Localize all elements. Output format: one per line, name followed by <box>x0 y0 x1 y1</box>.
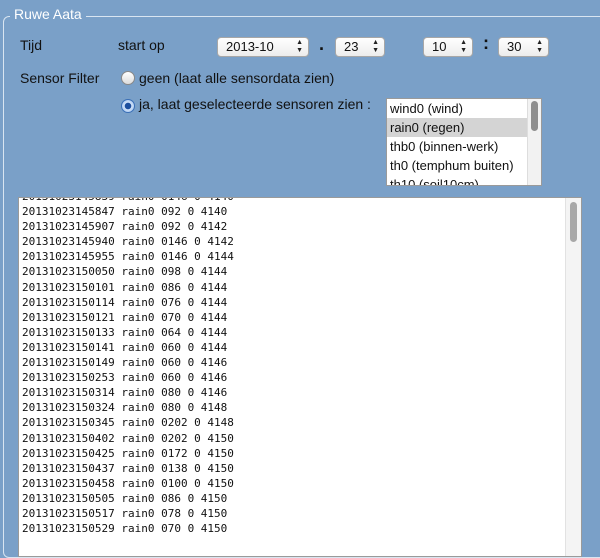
day-select[interactable]: 23 ▲ ▼ <box>335 37 385 57</box>
log-line: 20131023150253 rain0 060 0 4146 <box>22 371 228 385</box>
radio-filter-none[interactable] <box>121 71 135 85</box>
fieldset-legend: Ruwe Aata <box>10 6 86 22</box>
log-line: 20131023150517 rain0 078 0 4150 <box>22 506 228 520</box>
log-line: 20131023150402 rain0 0202 0 4150 <box>22 431 234 445</box>
date-separator: . <box>319 34 325 54</box>
log-line: 20131023145839 rain0 0146 0 4140 <box>22 198 234 204</box>
minute-select-value: 30 <box>507 39 522 54</box>
log-line: 20131023150425 rain0 0172 0 4150 <box>22 446 234 460</box>
sensor-option[interactable]: rain0 (regen) <box>387 118 541 137</box>
sensor-listbox[interactable]: wind0 (wind) rain0 (regen) thb0 (binnen-we… <box>386 98 542 186</box>
radio-filter-selected[interactable] <box>121 99 135 113</box>
up-down-arrows-icon: ▲ ▼ <box>372 39 379 54</box>
scrollbar-thumb[interactable] <box>531 101 538 131</box>
log-scrollbar-thumb[interactable] <box>570 202 577 242</box>
log-line: 20131023150345 rain0 0202 0 4148 <box>22 416 234 430</box>
sensor-option[interactable]: wind0 (wind) <box>387 99 541 118</box>
log-line: 20131023150505 rain0 086 0 4150 <box>22 491 228 505</box>
log-line: 20131023150149 rain0 060 0 4146 <box>22 356 228 370</box>
start-op-label: start op <box>118 37 165 53</box>
month-select[interactable]: 2013-10 ▲ ▼ <box>217 37 309 57</box>
up-down-arrows-icon: ▲ ▼ <box>536 39 543 54</box>
tijd-label: Tijd <box>20 37 43 53</box>
up-down-arrows-icon: ▲ ▼ <box>460 39 467 54</box>
log-line: 20131023150437 rain0 0138 0 4150 <box>22 461 234 475</box>
radio-filter-none-label[interactable]: geen (laat alle sensordata zien) <box>139 70 334 86</box>
up-down-arrows-icon: ▲ ▼ <box>296 39 303 54</box>
raw-data-log[interactable]: 20131023145839 rain0 0146 0 414020131023… <box>18 197 582 557</box>
hour-select-value: 10 <box>432 39 447 54</box>
log-line: 20131023145907 rain0 092 0 4142 <box>22 220 228 234</box>
month-select-value: 2013-10 <box>226 39 274 54</box>
log-line: 20131023150101 rain0 086 0 4144 <box>22 280 228 294</box>
log-line: 20131023150458 rain0 0100 0 4150 <box>22 476 234 490</box>
sensor-option[interactable]: th10 (soil10cm) <box>387 175 541 185</box>
log-line: 20131023150314 rain0 080 0 4146 <box>22 386 228 400</box>
sensor-option[interactable]: th0 (temphum buiten) <box>387 156 541 175</box>
radio-filter-selected-label[interactable]: ja, laat geselecteerde sensoren zien : <box>139 96 371 112</box>
log-line: 20131023150529 rain0 070 0 4150 <box>22 522 228 536</box>
day-select-value: 23 <box>344 39 359 54</box>
minute-select[interactable]: 30 ▲ ▼ <box>498 37 549 57</box>
log-scrollbar[interactable] <box>565 198 581 556</box>
log-line: 20131023150121 rain0 070 0 4144 <box>22 310 228 324</box>
log-line: 20131023145940 rain0 0146 0 4142 <box>22 235 234 249</box>
sensor-list-scrollbar[interactable] <box>527 99 541 185</box>
log-line: 20131023150133 rain0 064 0 4144 <box>22 325 228 339</box>
log-line: 20131023150050 rain0 098 0 4144 <box>22 265 228 279</box>
log-line: 20131023145955 rain0 0146 0 4144 <box>22 250 234 264</box>
log-line: 20131023150114 rain0 076 0 4144 <box>22 295 228 309</box>
time-separator: : <box>483 33 489 53</box>
log-line: 20131023150324 rain0 080 0 4148 <box>22 401 228 415</box>
sensor-filter-label: Sensor Filter <box>20 70 100 86</box>
sensor-option[interactable]: thb0 (binnen-werk) <box>387 137 541 156</box>
log-line: 20131023150141 rain0 060 0 4144 <box>22 340 228 354</box>
log-line: 20131023145847 rain0 092 0 4140 <box>22 205 228 219</box>
hour-select[interactable]: 10 ▲ ▼ <box>423 37 473 57</box>
